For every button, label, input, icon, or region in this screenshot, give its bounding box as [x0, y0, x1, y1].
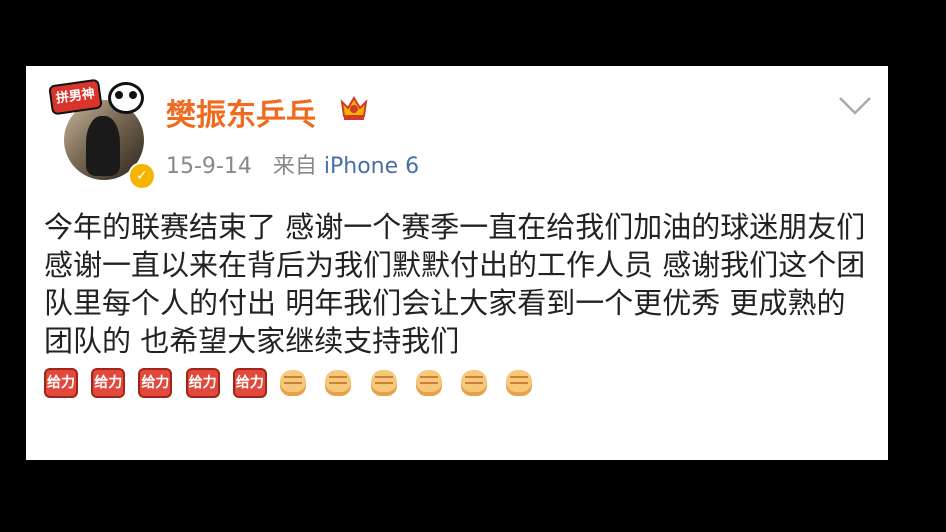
emoji-row: 给力 给力 给力 给力 给力 — [44, 362, 542, 400]
geili-emoji-icon: 给力 — [91, 368, 126, 398]
fist-emoji-icon — [280, 370, 307, 396]
post-meta: 15-9-14 来自 iPhone 6 — [166, 148, 419, 180]
post-text: 今年的联赛结束了 感谢一个赛季一直在给我们加油的球迷朋友们 感谢一直以来在背后为… — [44, 210, 866, 358]
fist-emoji-icon — [325, 370, 352, 396]
geili-emoji-icon: 给力 — [185, 368, 220, 398]
fist-emoji-icon — [415, 370, 442, 396]
panda-sticker-icon — [108, 82, 144, 114]
post-device[interactable]: iPhone 6 — [324, 154, 419, 179]
vip-crown-icon — [340, 96, 368, 120]
fist-emoji-icon — [460, 370, 487, 396]
fist-emoji-icon — [370, 370, 397, 396]
author-name[interactable]: 樊振东乒乓 — [166, 90, 316, 134]
weibo-post-card: 拼男神 ✓ 樊振东乒乓 15-9-14 来自 iPhone 6 今年的联赛结束了… — [26, 66, 888, 460]
geili-emoji-icon: 给力 — [232, 368, 267, 398]
geili-emoji-icon: 给力 — [44, 368, 78, 398]
avatar[interactable]: 拼男神 ✓ — [48, 78, 160, 190]
fist-emoji-icon — [506, 370, 533, 396]
post-body: 今年的联赛结束了 感谢一个赛季一直在给我们加油的球迷朋友们 感谢一直以来在背后为… — [44, 208, 874, 400]
geili-emoji-icon: 给力 — [138, 368, 173, 398]
verified-badge-icon: ✓ — [128, 162, 156, 190]
post-source-prefix: 来自 — [272, 154, 317, 179]
post-date: 15-9-14 — [166, 154, 252, 179]
chevron-down-icon[interactable] — [838, 96, 872, 116]
